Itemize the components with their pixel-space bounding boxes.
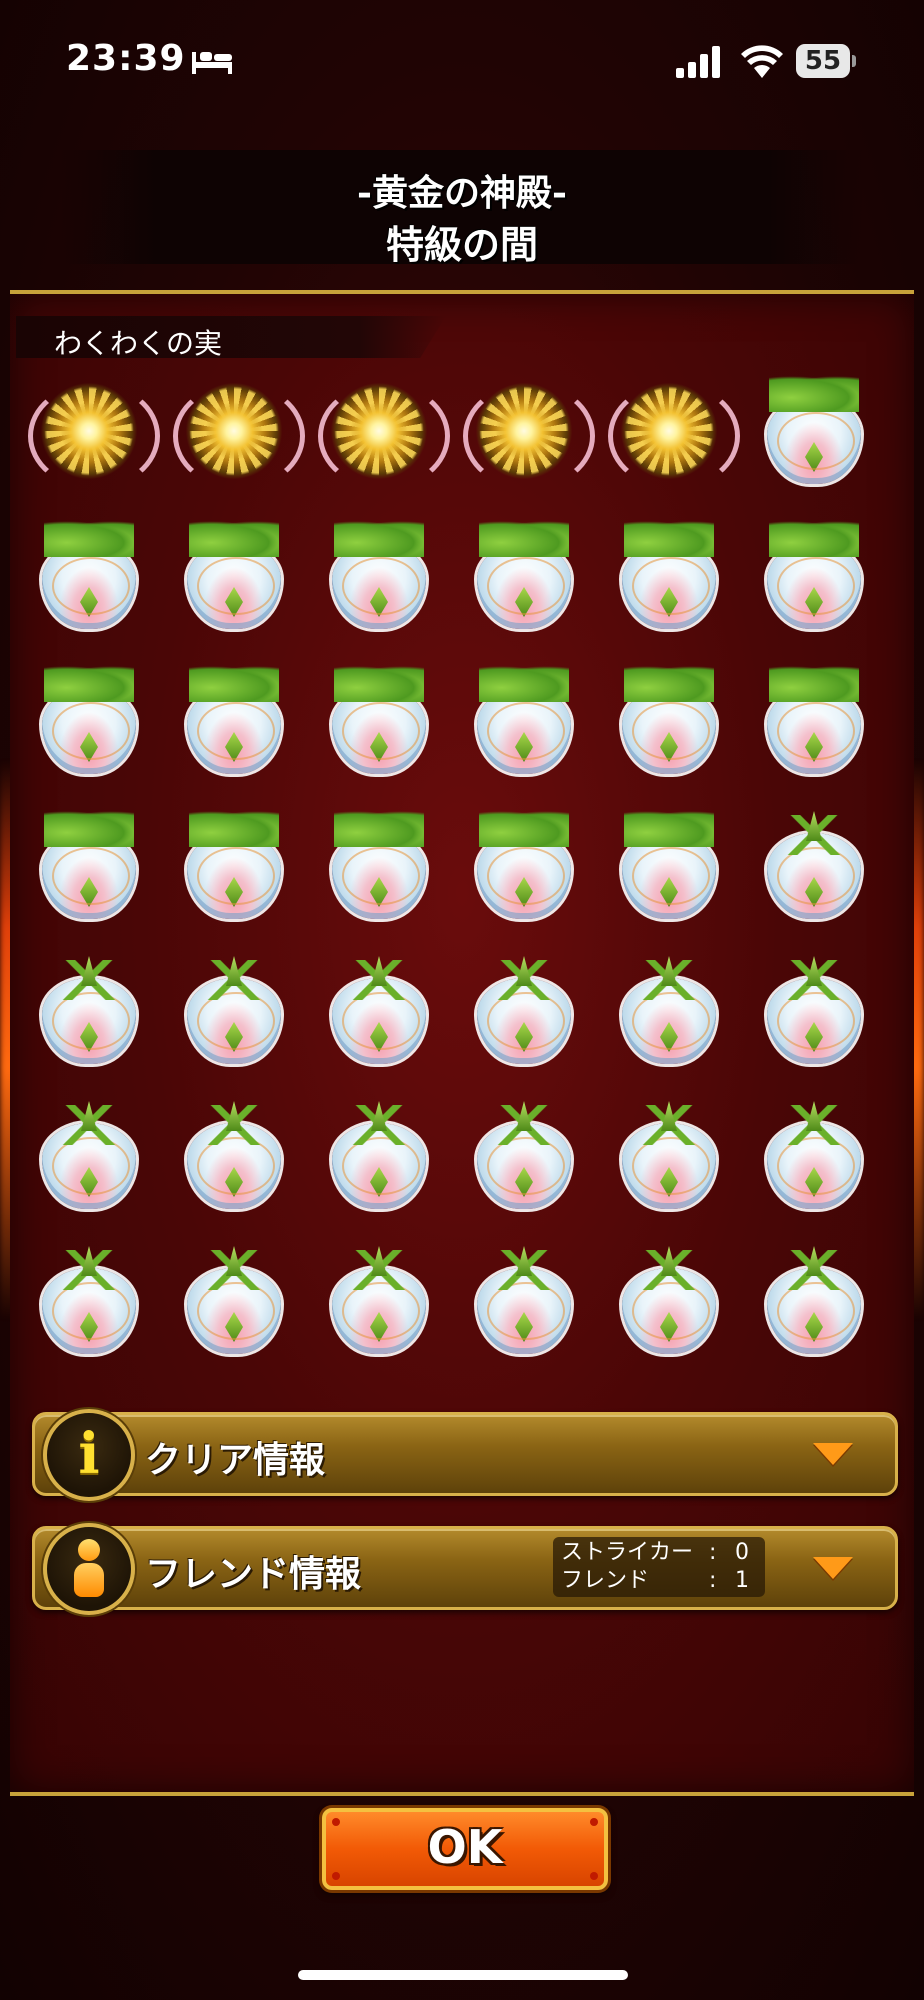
leaf-fruit-icon [324, 666, 434, 776]
golden-fruit-icon [318, 376, 450, 490]
leaf-icon [479, 521, 569, 557]
ok-button[interactable]: OK [322, 1808, 608, 1890]
friend-info-label: フレンド情報 [145, 1554, 362, 1595]
section-label: わくわくの実 [54, 327, 223, 360]
clear-info-label: クリア情報 [145, 1440, 326, 1481]
leaf-fruit-icon [179, 521, 289, 631]
fruit-icon [34, 956, 144, 1066]
leaf-icon [44, 521, 134, 557]
leaf-fruit-icon [324, 811, 434, 921]
fruit-icon [469, 956, 579, 1066]
leaf-icon [769, 376, 859, 412]
leaf-icon [334, 811, 424, 847]
wifi-icon [741, 45, 783, 78]
friend-value: 1 [735, 1568, 749, 1593]
leaf-fruit-icon [34, 811, 144, 921]
fruit-icon [469, 1246, 579, 1356]
person-head [78, 1539, 100, 1561]
quest-subtitle: 特級の間 [385, 222, 538, 267]
leaf-fruit-icon [469, 521, 579, 631]
friend-icon [43, 1523, 135, 1615]
leaf-icon [769, 521, 859, 557]
fruit-icon [179, 1246, 289, 1356]
chevron-down-icon[interactable] [813, 1443, 853, 1465]
home-indicator[interactable] [298, 1970, 628, 1980]
chevron-down-icon[interactable] [813, 1557, 853, 1579]
person-torso [74, 1563, 104, 1597]
fruit-icon [759, 811, 869, 921]
fruit-icon [469, 1101, 579, 1211]
leaf-icon [189, 521, 279, 557]
fruit-icon [614, 956, 724, 1066]
leaf-fruit-icon [759, 376, 869, 486]
golden-fruit-icon [28, 376, 160, 490]
leaf-fruit-icon [469, 811, 579, 921]
fruit-icon [759, 956, 869, 1066]
ok-label: OK [427, 1820, 503, 1874]
leaf-fruit-icon [179, 666, 289, 776]
friend-colon: : [709, 1568, 717, 1593]
leaf-icon [334, 521, 424, 557]
friend-info-bar[interactable]: フレンド情報 ストライカー : 0 フレンド : 1 [32, 1523, 898, 1615]
fruit-icon [614, 1101, 724, 1211]
fruit-icon [34, 1246, 144, 1356]
leaf-fruit-icon [324, 521, 434, 631]
leaf-fruit-icon [179, 811, 289, 921]
friend-label: フレンド [561, 1568, 650, 1593]
leaf-icon [624, 811, 714, 847]
fruit-icon [324, 1101, 434, 1211]
leaf-fruit-icon [614, 666, 724, 776]
leaf-fruit-icon [34, 666, 144, 776]
fruit-icon [614, 1246, 724, 1356]
friend-count-row: フレンド : 1 [561, 1567, 765, 1595]
status-bar: 23:39 55 [0, 0, 924, 120]
leaf-icon [479, 666, 569, 702]
battery-level: 55 [804, 46, 842, 76]
leaf-fruit-icon [759, 666, 869, 776]
leaf-fruit-icon [34, 521, 144, 631]
leaf-fruit-icon [759, 521, 869, 631]
quest-title: -黄金の神殿- [357, 172, 567, 214]
fruit-icon [324, 956, 434, 1066]
fruit-icon [179, 1101, 289, 1211]
friend-counts: ストライカー : 0 フレンド : 1 [553, 1537, 765, 1597]
leaf-icon [769, 666, 859, 702]
info-icon: i [43, 1409, 135, 1501]
leaf-icon [624, 521, 714, 557]
striker-colon: : [709, 1540, 717, 1565]
battery-icon: 55 [796, 44, 856, 78]
leaf-icon [44, 811, 134, 847]
fruit-icon [179, 956, 289, 1066]
leaf-icon [44, 666, 134, 702]
leaf-fruit-icon [614, 521, 724, 631]
person-glyph [74, 1539, 104, 1597]
striker-count-row: ストライカー : 0 [561, 1539, 765, 1567]
leaf-fruit-icon [469, 666, 579, 776]
leaf-fruit-icon [614, 811, 724, 921]
fruit-icon [759, 1101, 869, 1211]
battery-tip [852, 55, 856, 67]
leaf-icon [624, 666, 714, 702]
leaf-icon [334, 666, 424, 702]
leaf-icon [189, 811, 279, 847]
bed-icon [192, 52, 232, 74]
golden-fruit-icon [463, 376, 595, 490]
info-glyph: i [78, 1421, 100, 1487]
leaf-icon [189, 666, 279, 702]
fruit-icon [34, 1101, 144, 1211]
striker-value: 0 [735, 1540, 749, 1565]
signal-icon [676, 46, 720, 78]
golden-fruit-icon [608, 376, 740, 490]
fruit-icon [324, 1246, 434, 1356]
status-time: 23:39 [66, 38, 186, 79]
leaf-icon [479, 811, 569, 847]
golden-fruit-icon [173, 376, 305, 490]
fruit-icon [759, 1246, 869, 1356]
reward-grid [28, 376, 890, 1366]
striker-label: ストライカー [561, 1540, 694, 1565]
clear-info-bar[interactable]: i クリア情報 [32, 1409, 898, 1501]
